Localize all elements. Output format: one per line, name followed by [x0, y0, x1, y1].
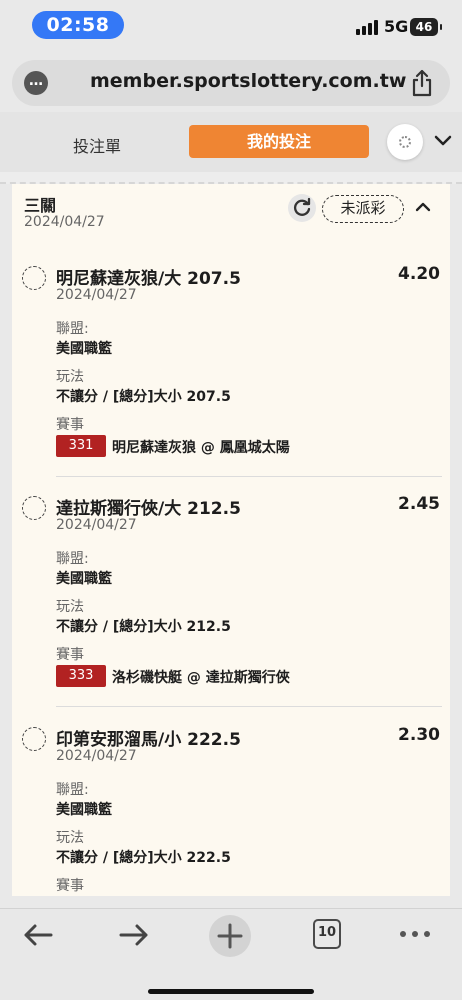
event-label: 賽事: [56, 647, 84, 663]
refresh-icon[interactable]: [288, 194, 316, 222]
bet-status-icon: [22, 496, 46, 520]
bet-status-icon: [22, 727, 46, 751]
back-arrow-icon[interactable]: [22, 923, 54, 947]
league-label: 聯盟:: [56, 782, 89, 798]
network-type: 5G: [384, 17, 409, 36]
status-time: 02:58: [32, 11, 124, 39]
status-bar: 02:58 5G 46: [0, 0, 462, 52]
bet-selection: 明尼蘇達灰狼/大 207.5: [56, 269, 241, 289]
bet-date: 2024/04/27: [56, 748, 137, 764]
event-label: 賽事: [56, 878, 84, 894]
more-options-icon[interactable]: [400, 931, 430, 939]
bet-item: 印第安那溜馬/小 222.5 2.30 2024/04/27 聯盟: 美國職籃 …: [12, 723, 450, 896]
share-icon[interactable]: [410, 69, 434, 97]
market-label: 玩法: [56, 599, 84, 615]
league-label: 聯盟:: [56, 551, 89, 567]
market-value: 不讓分 / [總分]大小 207.5: [56, 389, 231, 405]
tab-my-bets[interactable]: 我的投注: [189, 125, 369, 158]
league-value: 美國職籃: [56, 341, 112, 357]
page-menu-icon[interactable]: …: [24, 71, 48, 95]
event-label: 賽事: [56, 417, 84, 433]
tab-bet-slip[interactable]: 投注單: [52, 133, 142, 157]
address-bar[interactable]: … member.sportslottery.com.tw: [12, 60, 450, 106]
bet-date: 2024/04/27: [56, 517, 137, 533]
bet-card: 三關 2024/04/27 未派彩 明尼蘇達灰狼/大 207.5 4.20 20…: [12, 184, 450, 896]
ticket-divider: [0, 172, 462, 184]
bet-divider: [56, 706, 442, 707]
home-indicator: [148, 989, 314, 994]
market-label: 玩法: [56, 369, 84, 385]
game-number-badge: 333: [56, 665, 106, 687]
plus-icon: [217, 923, 243, 949]
matchup-text: 洛杉磯快艇 @ 達拉斯獨行俠: [112, 670, 290, 686]
game-number-badge: 331: [56, 435, 106, 457]
bet-selection: 達拉斯獨行俠/大 212.5: [56, 499, 241, 519]
bet-divider: [56, 476, 442, 477]
bet-item: 明尼蘇達灰狼/大 207.5 4.20 2024/04/27 聯盟: 美國職籃 …: [12, 262, 450, 477]
chevron-down-icon[interactable]: [434, 132, 452, 150]
market-label: 玩法: [56, 830, 84, 846]
bet-odds: 2.45: [398, 494, 440, 514]
tab-count-button[interactable]: 10: [313, 919, 341, 949]
cellular-signal-icon: [356, 19, 378, 35]
bet-odds: 4.20: [398, 264, 440, 284]
bet-type-title: 三關: [24, 196, 57, 215]
settlement-status-badge: 未派彩: [322, 195, 404, 223]
new-tab-button[interactable]: [209, 915, 251, 957]
forward-arrow-icon[interactable]: [118, 923, 150, 947]
gear-icon: [399, 136, 411, 148]
matchup-text: 明尼蘇達灰狼 @ 鳳凰城太陽: [112, 440, 290, 456]
market-value: 不讓分 / [總分]大小 212.5: [56, 619, 231, 635]
bet-item: 達拉斯獨行俠/大 212.5 2.45 2024/04/27 聯盟: 美國職籃 …: [12, 492, 450, 707]
league-label: 聯盟:: [56, 321, 89, 337]
bet-selection: 印第安那溜馬/小 222.5: [56, 730, 241, 750]
browser-toolbar: 10: [0, 908, 462, 1000]
battery-icon: 46: [410, 18, 442, 36]
settings-button[interactable]: [387, 124, 423, 160]
bet-date: 2024/04/27: [56, 287, 137, 303]
bet-odds: 2.30: [398, 725, 440, 745]
url-text[interactable]: member.sportslottery.com.tw: [90, 70, 406, 92]
bet-status-icon: [22, 266, 46, 290]
market-value: 不讓分 / [總分]大小 222.5: [56, 850, 231, 866]
bet-placed-date: 2024/04/27: [24, 214, 105, 230]
league-value: 美國職籃: [56, 802, 112, 818]
chevron-up-icon[interactable]: [414, 198, 432, 216]
league-value: 美國職籃: [56, 571, 112, 587]
